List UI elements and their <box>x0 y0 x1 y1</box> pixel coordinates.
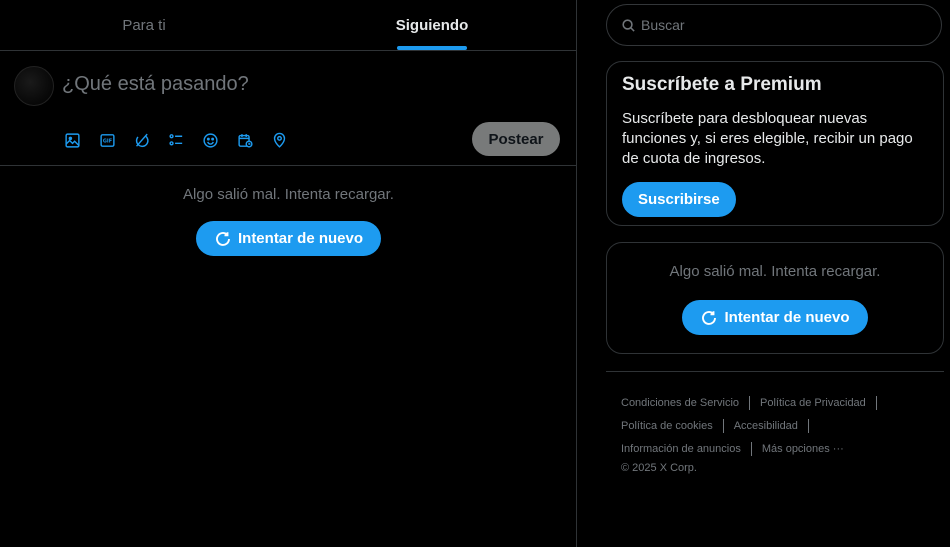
footer-row: Política de cookies Accesibilidad <box>621 414 941 437</box>
search-box[interactable] <box>606 4 942 46</box>
separator <box>749 395 751 410</box>
tab-label: Para ti <box>122 16 166 34</box>
refresh-icon <box>702 310 717 325</box>
retry-label: Intentar de nuevo <box>237 230 364 247</box>
tab-para-ti[interactable]: Para ti <box>0 0 288 50</box>
separator <box>875 395 877 410</box>
location-icon[interactable] <box>271 130 306 150</box>
tab-label: Siguiendo <box>395 16 469 34</box>
footer-link-accessibility[interactable]: Accesibilidad <box>734 420 798 432</box>
main-column: Para ti Siguiendo ¿Qué está pasando? GIF <box>0 0 577 547</box>
post-composer: ¿Qué está pasando? GIF Postear <box>0 51 576 166</box>
error-message: Algo salió mal. Intenta recargar. <box>183 186 394 203</box>
separator <box>750 441 752 456</box>
timeline-tabs: Para ti Siguiendo <box>0 0 576 51</box>
footer-row: Información de anuncios Más opciones ··· <box>621 437 941 460</box>
footer-row: Condiciones de Servicio Política de Priv… <box>621 391 941 414</box>
grok-icon[interactable] <box>133 130 168 150</box>
retry-label: Intentar de nuevo <box>724 309 850 326</box>
premium-card: Suscríbete a Premium Suscríbete para des… <box>606 61 944 226</box>
premium-title: Suscríbete a Premium <box>622 74 822 95</box>
footer-link-terms[interactable]: Condiciones de Servicio <box>621 397 739 409</box>
premium-description: Suscríbete para desbloquear nuevas funci… <box>622 110 913 167</box>
footer-link-more-options[interactable]: Más opciones ··· <box>762 443 844 455</box>
timeline-error: Algo salió mal. Intenta recargar. Intent… <box>0 166 577 256</box>
copyright: © 2025 X Corp. <box>621 462 697 474</box>
refresh-icon <box>216 231 230 246</box>
active-tab-indicator <box>397 46 467 50</box>
retry-button[interactable]: Intentar de nuevo <box>195 221 382 256</box>
separator <box>722 418 724 433</box>
search-input[interactable] <box>641 17 921 33</box>
error-message: Algo salió mal. Intenta recargar. <box>669 263 881 280</box>
footer-link-privacy[interactable]: Política de Privacidad <box>760 397 866 409</box>
tab-siguiendo[interactable]: Siguiendo <box>288 0 576 50</box>
footer-link-ads-info[interactable]: Información de anuncios <box>621 443 741 455</box>
emoji-icon[interactable] <box>202 130 237 150</box>
avatar[interactable] <box>14 66 54 106</box>
trends-error-box: Algo salió mal. Intenta recargar. Intent… <box>606 242 944 354</box>
svg-text:GIF: GIF <box>102 138 111 144</box>
post-button[interactable]: Postear <box>472 122 560 156</box>
compose-input[interactable]: ¿Qué está pasando? <box>62 73 249 96</box>
poll-icon[interactable] <box>168 130 203 150</box>
retry-button[interactable]: Intentar de nuevo <box>682 300 868 335</box>
gif-icon[interactable]: GIF <box>99 130 134 150</box>
footer-link-cookies[interactable]: Política de cookies <box>621 420 713 432</box>
composer-toolbar: GIF <box>64 130 306 150</box>
divider <box>606 371 944 372</box>
separator <box>807 418 809 433</box>
schedule-icon[interactable] <box>237 130 272 150</box>
subscribe-button[interactable]: Suscribirse <box>622 182 736 217</box>
footer-links: Condiciones de Servicio Política de Priv… <box>621 391 941 476</box>
image-icon[interactable] <box>64 130 99 150</box>
search-icon <box>622 18 635 32</box>
